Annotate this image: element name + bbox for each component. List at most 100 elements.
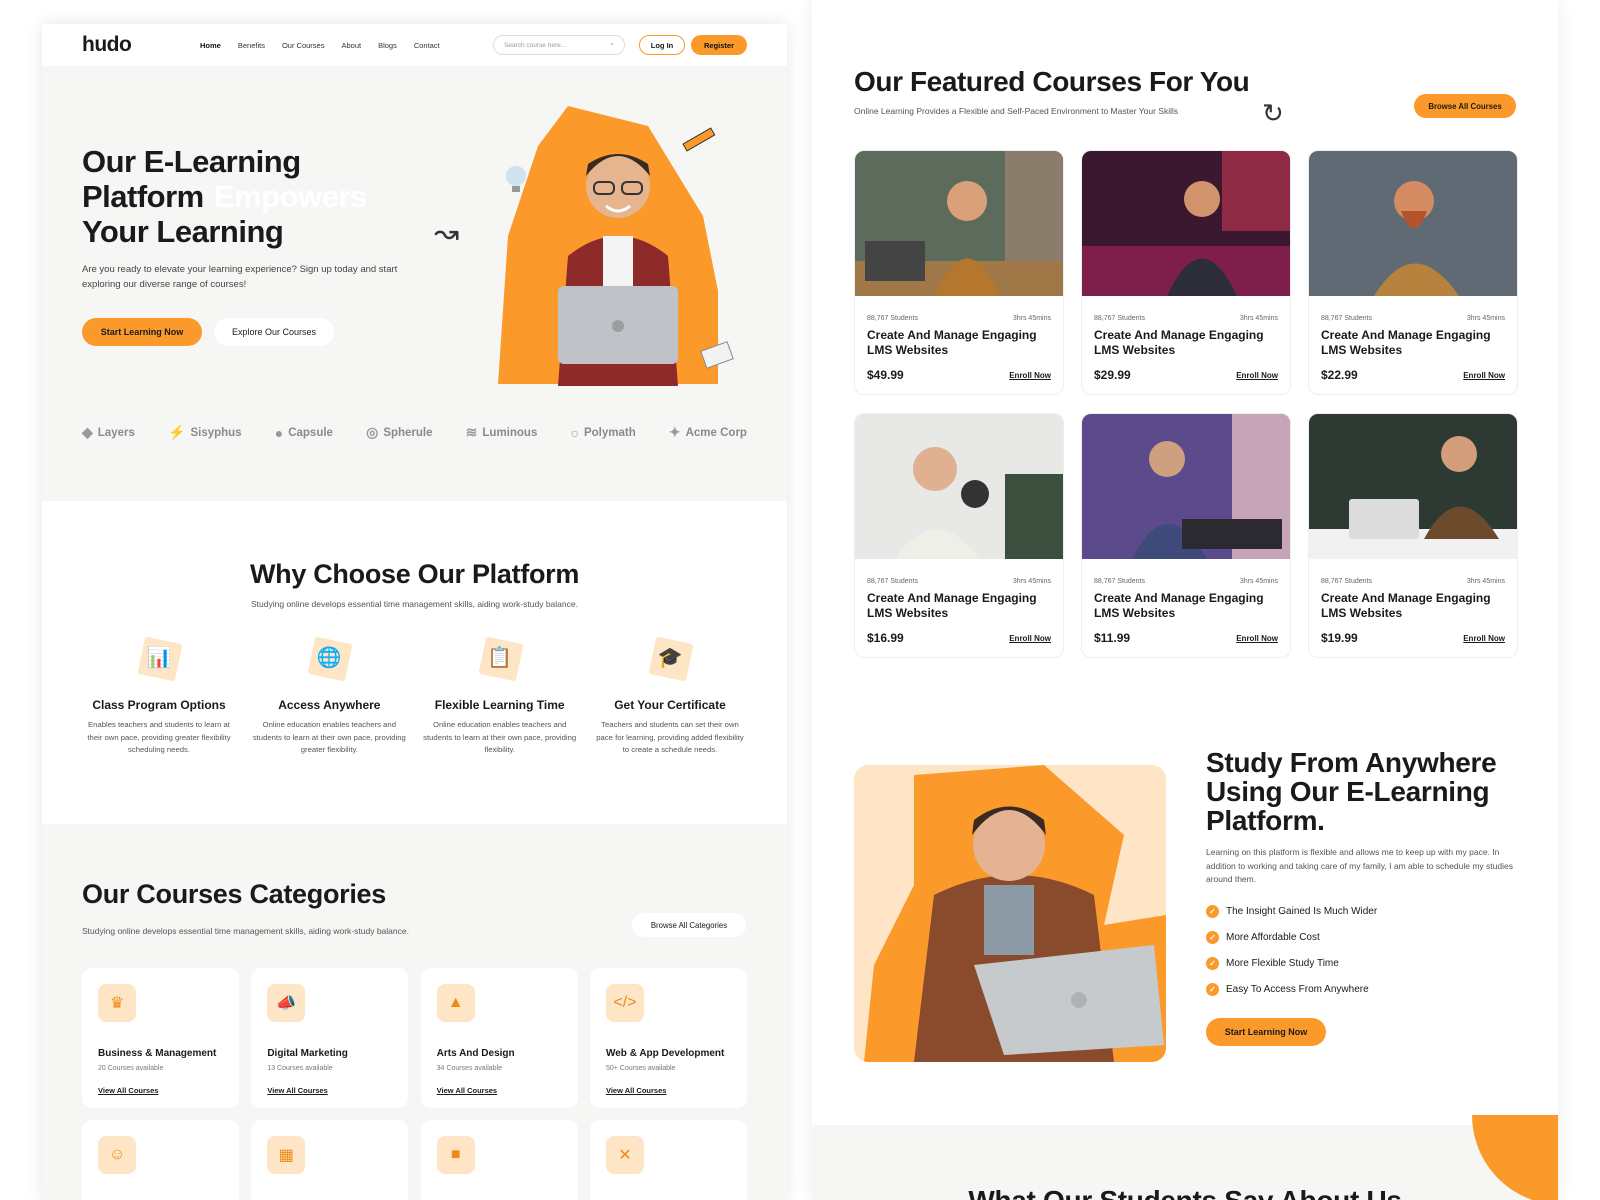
category-count: 50+ Courses available — [605, 1065, 676, 1072]
lightbulb-icon — [506, 166, 526, 192]
category-card[interactable]: ▦ — [251, 1120, 409, 1200]
feature-desc: Online education enables teachers and st… — [252, 720, 406, 754]
course-card[interactable]: 88,767 Students 3hrs 45mins Create And Ma… — [1308, 150, 1518, 395]
check-icon: ✓ — [1206, 982, 1219, 996]
nav-link-home[interactable]: Home — [200, 41, 221, 50]
bolt-icon: ⚡ — [168, 424, 186, 440]
partner-logo: ◎ Spherule — [366, 424, 433, 440]
category-card[interactable]: ✕ — [589, 1120, 747, 1200]
video-icon: ■ — [436, 1136, 475, 1174]
check-icon: ✓ — [1206, 930, 1219, 944]
feature-title: Class Program Options — [92, 698, 226, 712]
category-grid: ♛ Business & Management 20 Courses avail… — [82, 968, 747, 1200]
nav-link-about[interactable]: About — [341, 41, 361, 50]
star-icon: ✦ — [668, 424, 681, 440]
start-learning-button[interactable]: Start Learning Now — [82, 318, 202, 346]
screenshot-stage: hudo Home Benefits Our Courses About Blo… — [0, 0, 1600, 1200]
nav-link-contact[interactable]: Contact — [414, 41, 440, 50]
brand-logo[interactable]: hudo — [82, 33, 200, 57]
course-meta: 88,767 Students 3hrs 45mins — [855, 564, 1063, 585]
hero-paragraph: Are you ready to elevate your learning e… — [82, 264, 398, 290]
student-count: 88,767 Students — [1094, 315, 1145, 322]
search-input[interactable]: Search course here... ⌕ — [493, 35, 625, 55]
hero-title-line2: Platform — [82, 179, 204, 214]
loop-arrow-icon: ↻ — [1262, 98, 1284, 128]
course-meta: 88,767 Students 3hrs 45mins — [1309, 564, 1517, 585]
course-thumbnail — [855, 151, 1063, 296]
clipboard-clock-icon: 📋 — [478, 636, 522, 680]
category-card[interactable]: ♛ Business & Management 20 Courses avail… — [82, 968, 239, 1108]
nav-link-benefits[interactable]: Benefits — [238, 41, 265, 50]
course-card[interactable]: 88,767 Students 3hrs 45mins Create And Ma… — [854, 413, 1064, 658]
course-card[interactable]: 88,767 Students 3hrs 45mins Create And Ma… — [1081, 413, 1291, 658]
course-card[interactable]: 88,767 Students 3hrs 45mins Create And Ma… — [1081, 150, 1291, 395]
course-card[interactable]: 88,767 Students 3hrs 45mins Create And Ma… — [1308, 413, 1518, 658]
explore-courses-button[interactable]: Explore Our Courses — [214, 318, 334, 346]
enroll-button[interactable]: Enroll Now — [1236, 634, 1278, 643]
course-duration: 3hrs 45mins — [1012, 315, 1051, 322]
browse-courses-button[interactable]: Browse All Courses — [1414, 94, 1516, 118]
student-count: 88,767 Students — [1094, 578, 1145, 585]
hero-title-line3: Your Learning — [82, 214, 284, 249]
partner-logos: ◆ Layers ⚡ Sisyphus ● Capsule ◎ Spherule ≋ Lu… — [82, 424, 747, 441]
hero-title-line1: Our E-Learning — [82, 144, 301, 179]
course-meta: 88,767 Students 3hrs 45mins — [855, 301, 1063, 322]
student-count: 88,767 Students — [867, 315, 918, 322]
hero-title: Our E-Learning Platform Empowers Your Le… — [82, 144, 462, 249]
course-price: $16.99 — [867, 631, 904, 645]
paint-icon: ▲ — [436, 984, 475, 1022]
feature-desc: Teachers and students can set their own … — [596, 720, 744, 754]
feature-item: 🎓 Get Your Certificate Teachers and stud… — [593, 636, 747, 757]
login-button[interactable]: Log In — [639, 35, 685, 55]
partner-logo: ◆ Layers — [82, 424, 135, 440]
course-card[interactable]: 88,767 Students 3hrs 45mins Create And Ma… — [854, 150, 1064, 395]
ring-icon: ○ — [570, 424, 579, 441]
capsule-icon: ● — [274, 424, 284, 441]
category-card[interactable]: 📣 Digital Marketing 13 Courses available… — [251, 968, 409, 1108]
category-count: 34 Courses available — [436, 1065, 503, 1072]
view-courses-link[interactable]: View All Courses — [267, 1086, 392, 1095]
category-card[interactable]: </> Web & App Development 50+ Courses av… — [589, 968, 747, 1108]
partner-logo: ✦ Acme Corp — [668, 424, 747, 440]
category-name: Digital Marketing — [267, 1048, 348, 1059]
category-name: Web & App Development — [605, 1048, 725, 1059]
category-card[interactable]: ☺ — [82, 1120, 239, 1200]
category-card[interactable]: ■ — [420, 1120, 578, 1200]
enroll-button[interactable]: Enroll Now — [1463, 371, 1505, 380]
browse-categories-button[interactable]: Browse All Categories — [632, 913, 746, 937]
course-thumbnail — [855, 414, 1063, 559]
course-grid: 88,767 Students 3hrs 45mins Create And Ma… — [854, 150, 1518, 658]
globe-icon: 🌐 — [307, 636, 351, 680]
course-price: $22.99 — [1321, 368, 1358, 382]
course-duration: 3hrs 45mins — [1239, 315, 1278, 322]
view-courses-link[interactable]: View All Courses — [98, 1086, 223, 1095]
feature-item: 🌐 Access Anywhere Online education enabl… — [252, 636, 406, 757]
course-meta: 88,767 Students 3hrs 45mins — [1309, 301, 1517, 322]
feature-title: Get Your Certificate — [614, 698, 726, 712]
course-price: $19.99 — [1321, 631, 1358, 645]
enroll-button[interactable]: Enroll Now — [1463, 634, 1505, 643]
register-button[interactable]: Register — [691, 35, 747, 55]
course-thumbnail — [1082, 414, 1290, 559]
feature-title: Access Anywhere — [278, 698, 381, 712]
category-name: Arts And Design — [436, 1048, 515, 1059]
course-title: Create And Manage Engaging LMS Websites — [867, 328, 1037, 357]
hero-title-highlight: Empowers — [208, 179, 373, 214]
enroll-button[interactable]: Enroll Now — [1009, 371, 1051, 380]
enroll-button[interactable]: Enroll Now — [1236, 371, 1278, 380]
enroll-button[interactable]: Enroll Now — [1009, 634, 1051, 643]
checklist-item: ✓ More Affordable Cost — [1206, 930, 1377, 944]
pencil-icon — [682, 127, 716, 152]
search-icon: ⌕ — [610, 41, 614, 48]
course-title: Create And Manage Engaging LMS Websites — [1321, 591, 1491, 620]
view-courses-link[interactable]: View All Courses — [606, 1086, 731, 1095]
checklist-item: ✓ More Flexible Study Time — [1206, 956, 1377, 970]
study-start-button[interactable]: Start Learning Now — [1206, 1018, 1326, 1046]
hero-section: Our E-Learning Platform Empowers Your Le… — [42, 66, 787, 501]
presentation-board-icon: 📊 — [137, 636, 181, 680]
nav-link-courses[interactable]: Our Courses — [282, 41, 325, 50]
nav-link-blogs[interactable]: Blogs — [378, 41, 397, 50]
category-card[interactable]: ▲ Arts And Design 34 Courses available V… — [420, 968, 578, 1108]
study-student-image — [854, 765, 1166, 1062]
view-courses-link[interactable]: View All Courses — [437, 1086, 562, 1095]
